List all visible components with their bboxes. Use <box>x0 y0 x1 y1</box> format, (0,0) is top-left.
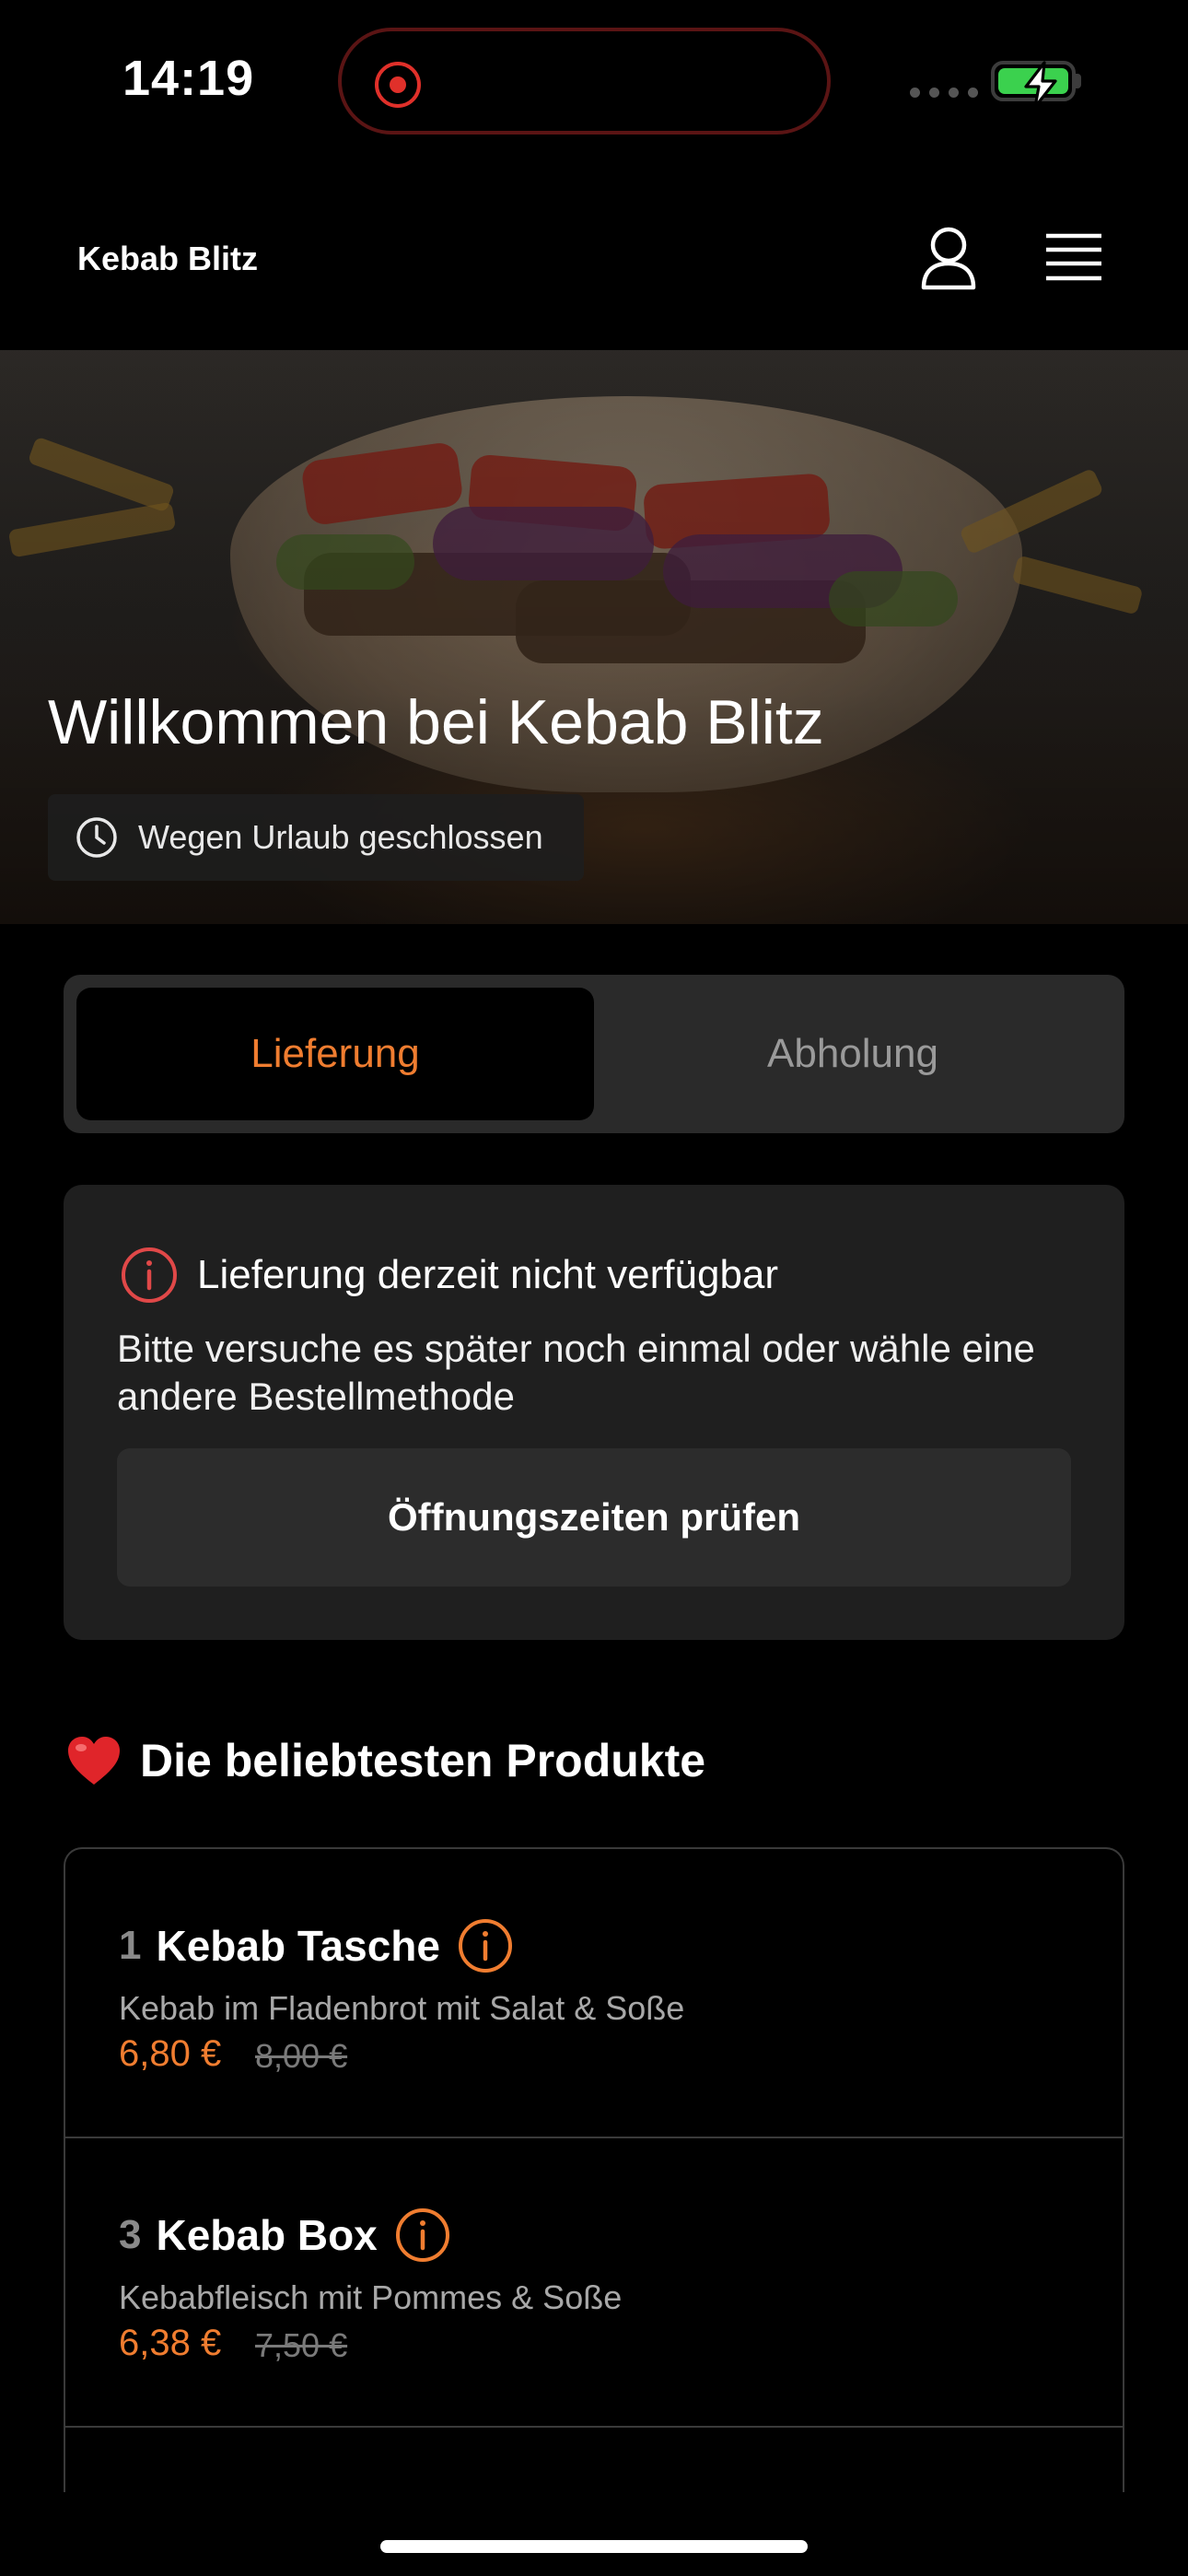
product-old-price: 8,00 € <box>255 2037 348 2075</box>
check-opening-hours-button[interactable]: Öffnungszeiten prüfen <box>117 1448 1071 1587</box>
product-item[interactable]: 1 Kebab Tasche Kebab im Fladenbrot mit S… <box>65 1849 1123 2138</box>
notice-text: Bitte versuche es später noch einmal ode… <box>117 1327 1035 1418</box>
tab-abholung[interactable]: Abholung <box>594 988 1112 1120</box>
product-rank: 1 <box>119 1923 142 1968</box>
status-bar: 14:19 <box>0 0 1188 166</box>
tab-lieferung[interactable]: Lieferung <box>76 988 594 1120</box>
product-item[interactable]: 3 Kebab Box Kebabfleisch mit Pommes & So… <box>65 2138 1123 2428</box>
heart-icon <box>68 1737 120 1785</box>
popular-products-heading: Die beliebtesten Produkte <box>66 1734 705 1787</box>
charging-bolt-icon <box>1024 61 1057 109</box>
status-text: Wegen Urlaub geschlossen <box>138 818 543 856</box>
popular-title-text: Die beliebtesten Produkte <box>140 1735 706 1786</box>
order-method-tabs: Lieferung Abholung <box>64 975 1124 1133</box>
menu-icon[interactable] <box>1044 230 1103 286</box>
product-old-price: 7,50 € <box>255 2326 348 2364</box>
popular-products-list: 1 Kebab Tasche Kebab im Fladenbrot mit S… <box>64 1847 1124 2492</box>
product-description: Kebabfleisch mit Pommes & Soße <box>119 2278 623 2316</box>
hero-banner: Willkommen bei Kebab Blitz Wegen Urlaub … <box>0 350 1188 924</box>
hero-title: Willkommen bei Kebab Blitz <box>48 687 824 757</box>
status-time: 14:19 <box>122 51 255 106</box>
product-price: 6,38 € <box>119 2323 222 2363</box>
product-description: Kebab im Fladenbrot mit Salat & Soße <box>119 1989 685 2027</box>
battery-icon <box>991 61 1076 109</box>
product-name: Kebab Box <box>156 2211 378 2259</box>
product-price: 6,80 € <box>119 2033 222 2074</box>
brand-name[interactable]: Kebab Blitz <box>77 240 258 278</box>
status-badge: Wegen Urlaub geschlossen <box>48 794 584 881</box>
home-indicator[interactable] <box>380 2540 808 2553</box>
signal-icon <box>910 88 978 98</box>
notice-title: Lieferung derzeit nicht verfügbar <box>197 1252 779 1297</box>
dynamic-island[interactable] <box>338 28 831 135</box>
recording-indicator-icon <box>375 62 421 108</box>
user-icon[interactable] <box>919 225 978 291</box>
info-icon <box>122 1247 177 1303</box>
product-name: Kebab Tasche <box>156 1922 440 1970</box>
app-header: Kebab Blitz <box>0 166 1188 350</box>
info-icon[interactable] <box>457 1917 514 1974</box>
clock-icon <box>76 817 117 858</box>
delivery-unavailable-card: Lieferung derzeit nicht verfügbar Bitte … <box>64 1185 1124 1640</box>
info-icon[interactable] <box>394 2207 451 2264</box>
battery-tip <box>1076 74 1081 88</box>
product-rank: 3 <box>119 2212 142 2257</box>
